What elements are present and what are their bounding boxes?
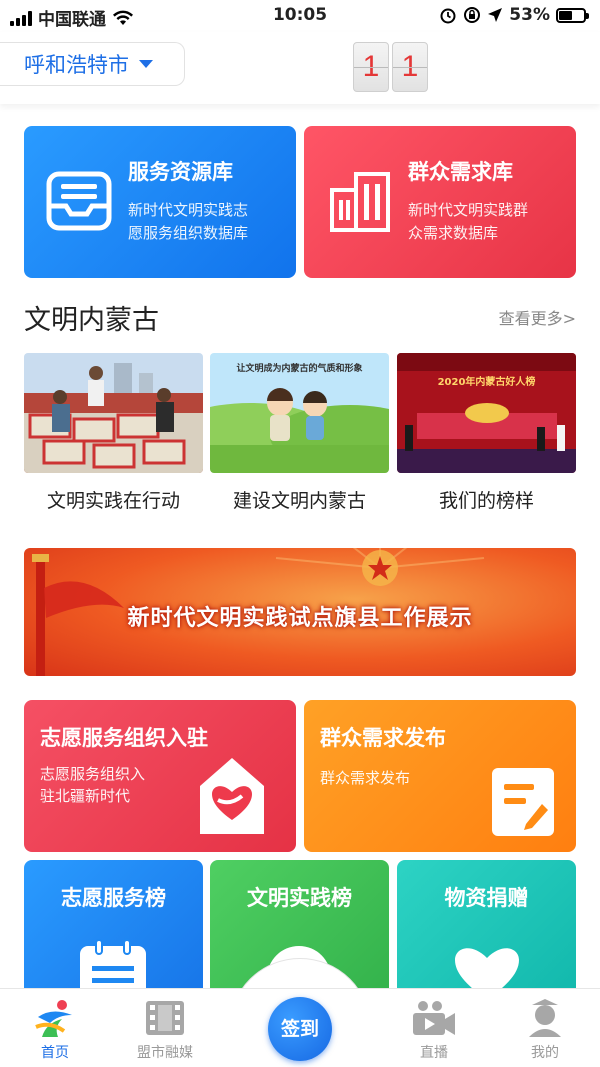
inbox-tray-icon xyxy=(46,171,112,231)
tile-title: 群众需求发布 xyxy=(320,726,446,750)
card-title: 服务资源库 xyxy=(128,160,233,184)
banner-text: 新时代文明实践试点旗县工作展示 xyxy=(127,606,473,631)
tab-label: 首页 xyxy=(41,1045,69,1061)
tile-title: 志愿服务组织入驻 xyxy=(40,726,208,750)
home-logo-icon xyxy=(35,1000,72,1037)
public-demand-publish-tile[interactable]: 群众需求发布 群众需求发布 xyxy=(304,700,576,852)
tile-title: 文明实践榜 xyxy=(247,886,352,910)
building-icon xyxy=(330,172,390,232)
card-description: 新时代文明实践志 愿服务组织数据库 xyxy=(128,201,249,242)
thumbnail-text: 让文明成为内蒙古的气质和形象 xyxy=(236,364,363,374)
tab-home[interactable]: 首页 xyxy=(10,989,100,1067)
location-icon xyxy=(488,8,503,22)
checkin-button[interactable]: 签到 xyxy=(268,997,332,1061)
view-more-link[interactable]: 查看更多> xyxy=(499,305,576,329)
tile-title: 志愿服务榜 xyxy=(61,886,166,910)
section-title: 文明内蒙古 xyxy=(24,305,159,336)
tab-label: 盟市融媒 xyxy=(137,1045,193,1061)
status-bar: 中国联通 10:05 53% xyxy=(0,0,600,32)
tile-title: 物资捐赠 xyxy=(444,886,529,910)
service-resource-card[interactable]: 服务资源库 新时代文明实践志 愿服务组织数据库 xyxy=(24,126,296,278)
profile-icon xyxy=(529,999,561,1037)
film-icon xyxy=(146,1001,184,1035)
thumbnail-text: 2020年内蒙古好人榜 xyxy=(437,377,536,388)
tab-city-media[interactable]: 盟市融媒 xyxy=(120,989,210,1067)
app-header: 呼和浩特市 1 1 xyxy=(0,32,600,104)
chevron-down-icon xyxy=(139,60,153,68)
battery-percent: 53% xyxy=(509,5,550,25)
volunteer-service-ranking-tile[interactable]: 志愿服务榜 xyxy=(24,860,203,1000)
news-thumbnail[interactable]: 2020年内蒙古好人榜 xyxy=(397,353,576,473)
card-title: 群众需求库 xyxy=(408,160,513,184)
public-demand-card[interactable]: 群众需求库 新时代文明实践群 众需求数据库 xyxy=(304,126,576,278)
news-caption[interactable]: 我们的榜样 xyxy=(397,486,576,513)
news-thumbnail[interactable]: 让文明成为内蒙古的气质和形象 xyxy=(210,353,389,473)
pilot-showcase-banner[interactable]: 新时代文明实践试点旗县工作展示 xyxy=(24,548,576,676)
news-caption[interactable]: 建设文明内蒙古 xyxy=(210,486,389,513)
document-edit-icon xyxy=(492,768,554,836)
heart-house-icon xyxy=(200,758,264,834)
rotation-lock-icon xyxy=(464,7,481,23)
alarm-icon xyxy=(440,8,456,24)
tab-profile[interactable]: 我的 xyxy=(500,989,590,1067)
city-selector[interactable]: 呼和浩特市 xyxy=(0,42,185,86)
news-caption[interactable]: 文明实践在行动 xyxy=(24,486,203,513)
tile-description: 群众需求发布 xyxy=(320,769,411,787)
card-description: 新时代文明实践群 众需求数据库 xyxy=(408,201,529,242)
material-donation-tile[interactable]: 物资捐赠 xyxy=(397,860,576,1000)
flip-counter-digit: 1 xyxy=(392,42,428,92)
live-camera-icon xyxy=(413,1001,455,1035)
tile-description: 志愿服务组织入 驻北疆新时代 xyxy=(40,765,146,805)
news-thumbnail[interactable] xyxy=(24,353,203,473)
tab-live[interactable]: 直播 xyxy=(389,989,479,1067)
tab-label: 直播 xyxy=(420,1045,448,1061)
battery-icon xyxy=(556,7,589,23)
tab-label: 我的 xyxy=(531,1045,559,1061)
city-name: 呼和浩特市 xyxy=(24,53,129,77)
flip-counter-digit: 1 xyxy=(353,42,389,92)
volunteer-org-join-tile[interactable]: 志愿服务组织入驻 志愿服务组织入 驻北疆新时代 xyxy=(24,700,296,852)
